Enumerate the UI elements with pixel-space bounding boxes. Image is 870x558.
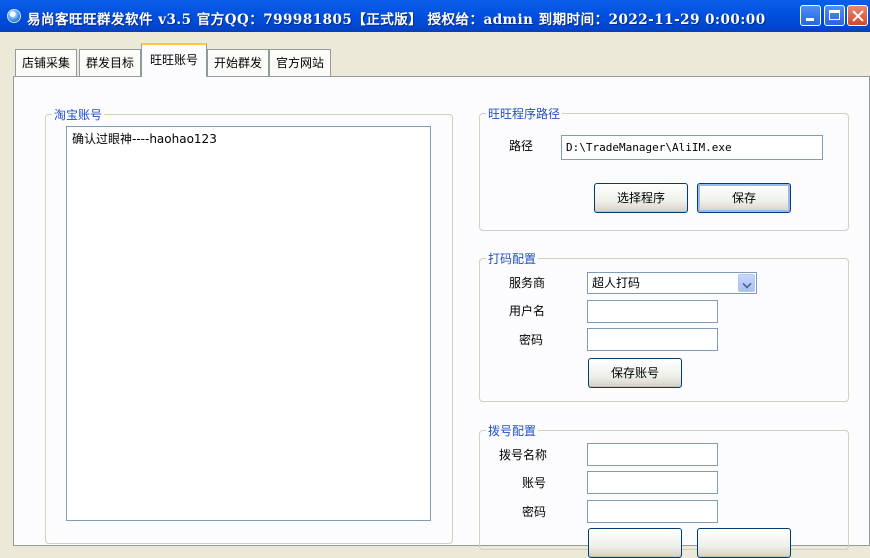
- close-button[interactable]: [847, 5, 868, 26]
- tab-group-target[interactable]: 群发目标: [79, 49, 141, 76]
- username-label: 用户名: [509, 304, 546, 318]
- minimize-button[interactable]: [800, 5, 821, 26]
- tab-wangwang-account[interactable]: 旺旺账号: [141, 43, 207, 77]
- captcha-config-legend: 打码配置: [486, 250, 539, 267]
- path-label: 路径: [509, 139, 534, 153]
- list-item[interactable]: 确认过眼神----haohao123: [72, 130, 217, 147]
- select-program-button[interactable]: 选择程序: [594, 183, 688, 213]
- dialup-password-label: 密码: [522, 505, 547, 519]
- captcha-password-input[interactable]: [587, 328, 718, 351]
- maximize-button[interactable]: [824, 5, 845, 26]
- provider-select[interactable]: 超人打码: [587, 272, 757, 294]
- dialup-config-legend: 拨号配置: [486, 422, 539, 439]
- provider-value: 超人打码: [592, 276, 641, 290]
- dialup-account-input[interactable]: [587, 471, 718, 494]
- save-path-button[interactable]: 保存: [697, 183, 791, 213]
- password-label: 密码: [519, 333, 544, 347]
- dialup-name-input[interactable]: [587, 443, 718, 466]
- taobao-account-legend: 淘宝账号: [52, 106, 105, 123]
- dialup-name-label: 拨号名称: [499, 448, 548, 462]
- path-input[interactable]: D:\TradeManager\AliIM.exe: [561, 135, 823, 160]
- chevron-down-icon[interactable]: [738, 274, 755, 292]
- window-title: 易尚客旺旺群发软件 v3.5 官方QQ：799981805【正式版】 授权给：a…: [27, 12, 766, 28]
- captcha-username-input[interactable]: [587, 300, 718, 323]
- tab-official-site[interactable]: 官方网站: [269, 49, 331, 76]
- tab-shop-collect[interactable]: 店铺采集: [15, 49, 77, 76]
- provider-label: 服务商: [509, 276, 546, 290]
- tab-start-sending[interactable]: 开始群发: [207, 49, 269, 76]
- program-path-legend: 旺旺程序路径: [486, 105, 563, 122]
- save-captcha-account-button[interactable]: 保存账号: [588, 358, 682, 388]
- title-bar[interactable]: 易尚客旺旺群发软件 v3.5 官方QQ：799981805【正式版】 授权给：a…: [0, 0, 870, 32]
- dialup-password-input[interactable]: [587, 500, 718, 523]
- dialup-account-label: 账号: [522, 476, 547, 490]
- program-path-group: 旺旺程序路径: [479, 105, 849, 231]
- app-icon: [7, 9, 21, 23]
- account-listbox[interactable]: 确认过眼神----haohao123: [66, 126, 431, 521]
